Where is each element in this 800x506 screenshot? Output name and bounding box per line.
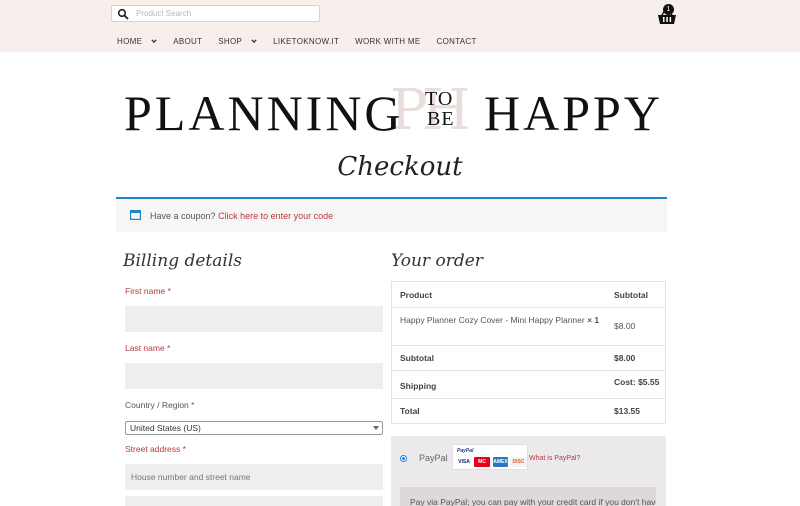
mastercard-logo: MC xyxy=(474,457,490,467)
accepted-cards-image: PayPal VISA MC AMEX DISC xyxy=(452,444,528,470)
nav-work-with-me[interactable]: WORK WITH ME xyxy=(355,35,420,47)
nav-shop-label: SHOP xyxy=(218,36,243,46)
last-name-label-text: Last name xyxy=(125,343,165,353)
order-header-row: Product Subtotal xyxy=(392,282,665,308)
street-label-text: Street address xyxy=(125,444,181,454)
page-title: Checkout xyxy=(337,152,463,182)
order-item-qty: × 1 xyxy=(587,315,600,325)
last-name-field[interactable] xyxy=(125,363,383,389)
nav-home[interactable]: HOME xyxy=(117,35,157,47)
street-label: Street address * xyxy=(125,444,186,454)
subtotal-label: Subtotal xyxy=(400,353,434,363)
search-input[interactable] xyxy=(136,7,316,20)
first-name-label: First name * xyxy=(125,286,171,296)
street-address-field[interactable]: House number and street name xyxy=(125,464,383,490)
order-item-name: Happy Planner Cozy Cover - Mini Happy Pl… xyxy=(400,314,600,327)
select-arrow-icon xyxy=(373,426,379,430)
shipping-label: Shipping xyxy=(400,381,437,391)
required-mark: * xyxy=(167,286,171,296)
logo-word-be: BE xyxy=(427,108,455,130)
last-name-label: Last name * xyxy=(125,343,170,353)
shipping-value: Cost: $5.55 xyxy=(614,377,660,387)
order-item-price: $8.00 xyxy=(614,321,636,331)
order-heading: Your order xyxy=(391,251,483,271)
nav-work-with-me-label: WORK WITH ME xyxy=(355,36,421,46)
amex-logo: AMEX xyxy=(493,457,508,467)
required-mark: * xyxy=(191,400,195,410)
required-mark: * xyxy=(182,444,186,454)
nav-about[interactable]: ABOUT xyxy=(173,35,202,47)
nav-liketoknowit[interactable]: LIKETOKNOW.IT xyxy=(273,35,339,47)
country-select-value: United States (US) xyxy=(130,423,201,433)
product-search[interactable] xyxy=(111,5,320,22)
col-subtotal-header: Subtotal xyxy=(614,290,648,300)
nav-contact[interactable]: CONTACT xyxy=(437,35,477,47)
order-item-row: Happy Planner Cozy Cover - Mini Happy Pl… xyxy=(392,308,665,346)
total-value: $13.55 xyxy=(614,406,640,416)
coupon-notice: Have a coupon? Click here to enter your … xyxy=(116,197,667,232)
discover-logo: DISC xyxy=(510,457,527,467)
paypal-description: Pay via PayPal; you can pay with your cr… xyxy=(400,487,656,506)
what-is-paypal-link[interactable]: What is PayPal? xyxy=(529,455,580,462)
paypal-radio[interactable] xyxy=(400,455,407,462)
country-label: Country / Region * xyxy=(125,400,194,410)
street-placeholder: House number and street name xyxy=(131,472,251,482)
required-mark: * xyxy=(167,343,171,353)
first-name-field[interactable] xyxy=(125,306,383,332)
total-label: Total xyxy=(400,406,420,416)
col-product-header: Product xyxy=(400,290,433,300)
paypal-label[interactable]: PayPal xyxy=(419,453,448,463)
order-total-row: Total $13.55 xyxy=(392,399,665,424)
coupon-link[interactable]: Click here to enter your code xyxy=(218,211,333,221)
logo-word-planning: PLANNING xyxy=(124,85,404,141)
site-logo[interactable]: PH PLANNING TO BE HAPPY xyxy=(120,78,665,143)
order-item-title: Happy Planner Cozy Cover - Mini Happy Pl… xyxy=(400,315,585,325)
country-label-text: Country / Region xyxy=(125,400,189,410)
order-shipping-row: Shipping Cost: $5.55 xyxy=(392,371,665,399)
billing-heading: Billing details xyxy=(123,251,242,271)
street-address-line2-field[interactable] xyxy=(125,496,383,506)
cards-paypal-text: PayPal xyxy=(457,448,474,454)
country-select[interactable]: United States (US) xyxy=(125,421,383,435)
nav-shop[interactable]: SHOP xyxy=(218,35,257,47)
payment-methods: PayPal PayPal VISA MC AMEX DISC What is … xyxy=(391,436,666,506)
coupon-text: Have a coupon? Click here to enter your … xyxy=(150,211,333,221)
calendar-icon xyxy=(130,210,141,220)
coupon-question: Have a coupon? xyxy=(150,211,216,221)
nav-home-label: HOME xyxy=(117,36,143,46)
main-nav: HOME ABOUT SHOP LIKETOKNOW.IT WORK WITH … xyxy=(117,35,493,47)
top-bar: 1 HOME ABOUT SHOP LIKETOKNOW.IT WORK WIT… xyxy=(0,0,800,52)
order-table: Product Subtotal Happy Planner Cozy Cove… xyxy=(391,281,666,424)
chevron-down-icon xyxy=(251,39,257,44)
nav-about-label: ABOUT xyxy=(173,36,203,46)
search-icon[interactable] xyxy=(117,8,129,20)
nav-liketoknowit-label: LIKETOKNOW.IT xyxy=(273,36,340,46)
visa-logo: VISA xyxy=(456,457,472,467)
subtotal-value: $8.00 xyxy=(614,353,636,363)
first-name-label-text: First name xyxy=(125,286,166,296)
cart-count-badge: 1 xyxy=(663,4,674,15)
nav-contact-label: CONTACT xyxy=(436,36,477,46)
order-subtotal-row: Subtotal $8.00 xyxy=(392,346,665,371)
chevron-down-icon xyxy=(151,39,157,44)
logo-word-happy: HAPPY xyxy=(484,85,663,141)
